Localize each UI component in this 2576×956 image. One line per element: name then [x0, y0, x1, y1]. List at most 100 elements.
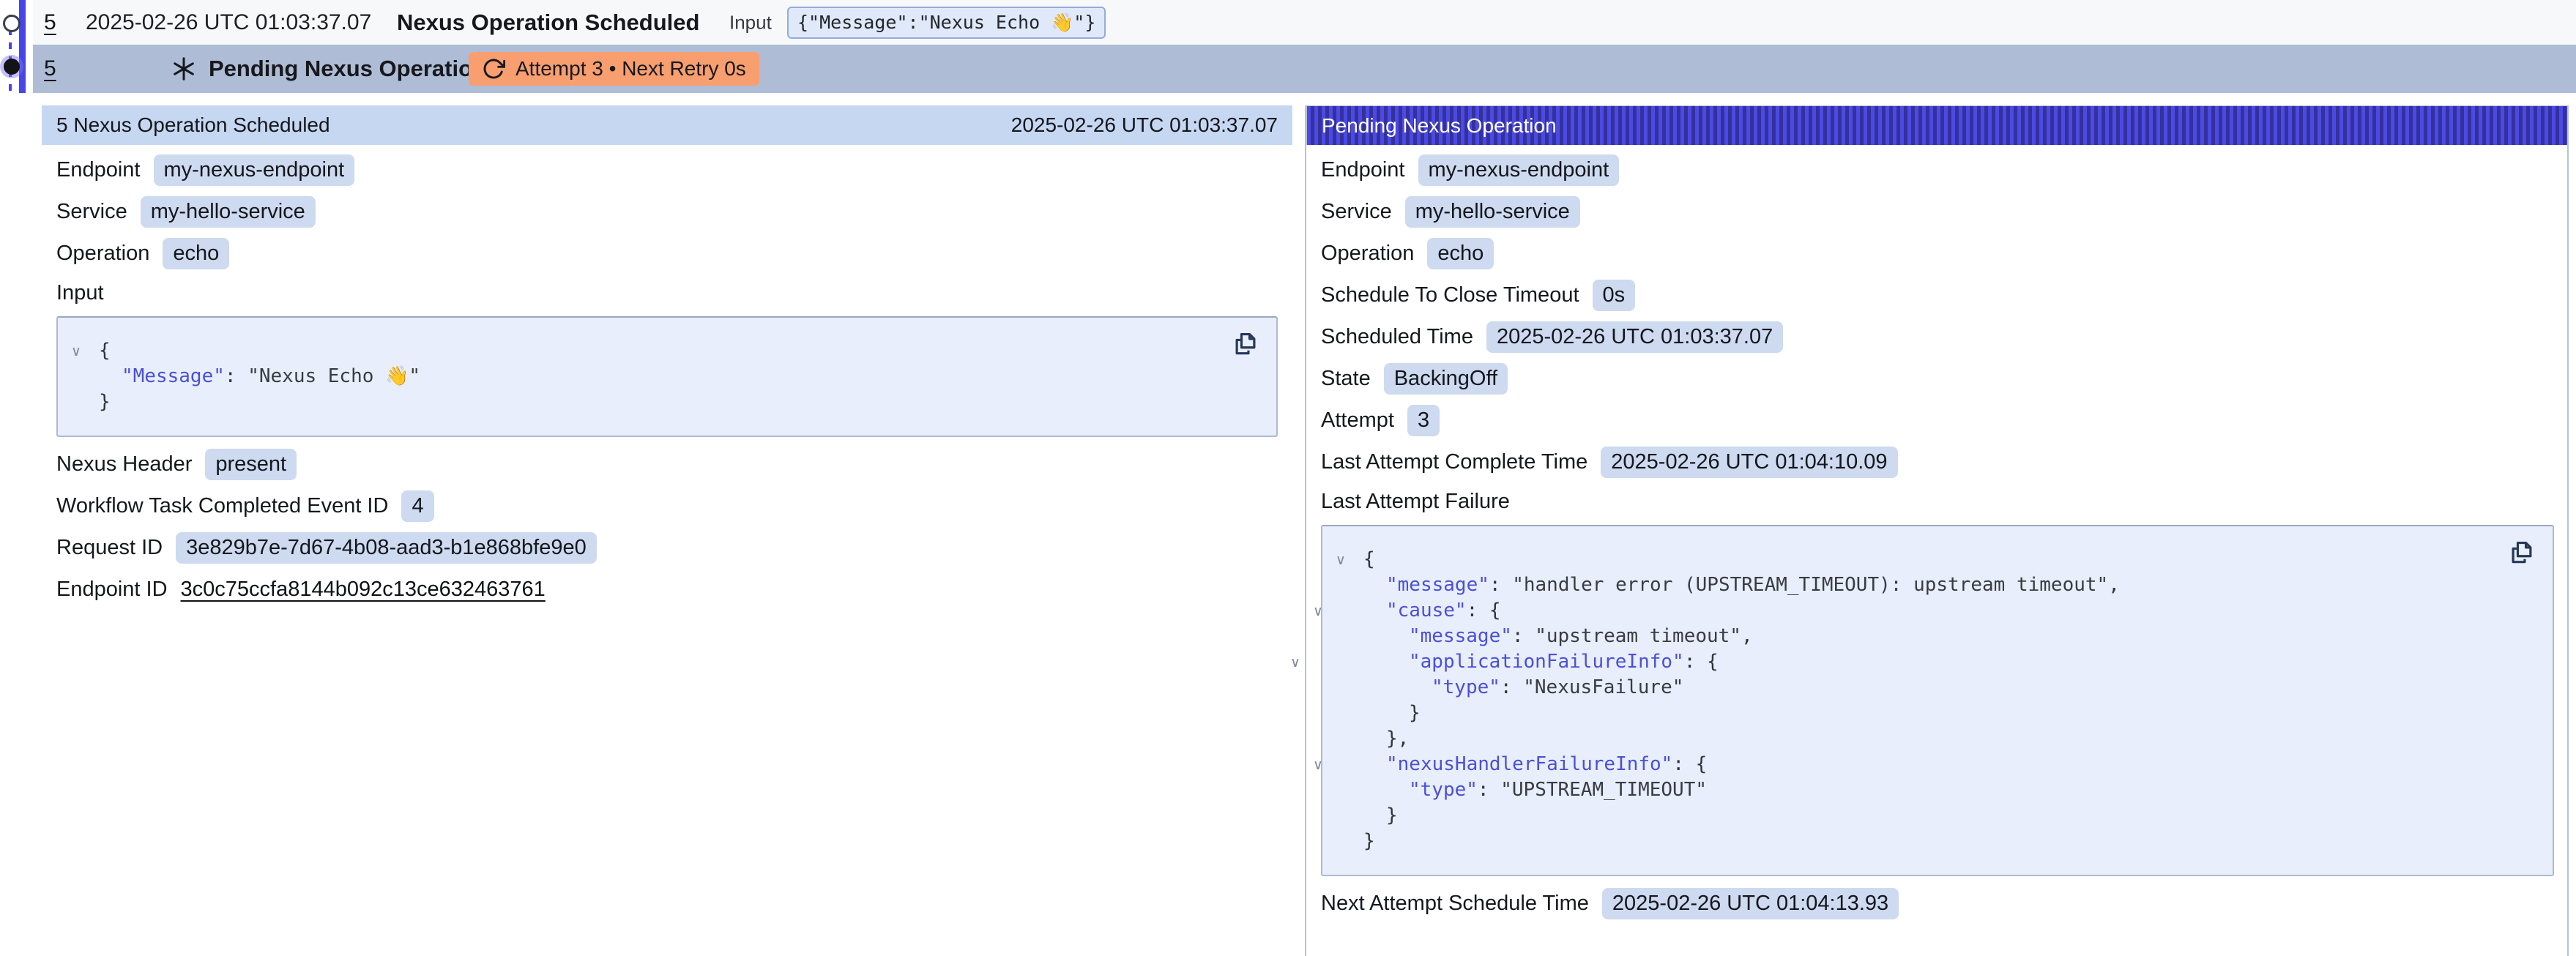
field-label: Nexus Header	[56, 452, 192, 477]
json-code-block: ∨{"message": "handler error (UPSTREAM_TI…	[1321, 525, 2554, 876]
pending-panel-title: Pending Nexus Operation	[1322, 114, 1557, 138]
field-value-badge: echo	[1427, 238, 1494, 269]
pending-event-id-link[interactable]: 5	[44, 56, 56, 81]
copy-icon	[1232, 330, 1259, 358]
field-value-badge: 0s	[1593, 280, 1636, 311]
json-token: : {	[1672, 753, 1707, 775]
timeline-selected-bar	[19, 0, 26, 93]
field-value-badge: my-hello-service	[1405, 196, 1580, 228]
detail-field-row: Attempt3	[1321, 403, 2554, 437]
code-block-label: Input	[56, 278, 1278, 307]
json-code-line: "type": "UPSTREAM_TIMEOUT"	[1363, 777, 2501, 803]
field-label: State	[1321, 367, 1371, 391]
field-value-badge: my-nexus-endpoint	[1418, 154, 1620, 186]
json-code-line: }	[99, 389, 1225, 415]
copy-icon	[2508, 539, 2536, 567]
json-code-line: }	[1363, 829, 2501, 854]
detail-field-row: Next Attempt Schedule Time2025-02-26 UTC…	[1321, 886, 2554, 920]
json-token: "type"	[1409, 779, 1478, 801]
json-token: ,	[2108, 574, 2120, 596]
collapse-chevron-icon[interactable]: ∨	[1313, 599, 1323, 624]
json-token: : {	[1684, 651, 1719, 673]
field-label: Operation	[1321, 242, 1414, 266]
field-label: Next Attempt Schedule Time	[1321, 892, 1589, 916]
json-code-line: ∨"applicationFailureInfo": {	[1363, 649, 2501, 675]
field-value-badge: 2025-02-26 UTC 01:04:10.09	[1601, 447, 1897, 478]
field-label: Endpoint ID	[56, 578, 168, 602]
json-token: :	[1478, 779, 1500, 801]
detail-field-row: Servicemy-hello-service	[56, 195, 1278, 228]
event-id-link[interactable]: 5	[44, 10, 56, 35]
event-row-nexus-operation-scheduled[interactable]: 5 2025-02-26 UTC 01:03:37.07 Nexus Opera…	[33, 0, 2576, 45]
detail-field-row: State BackingOff	[1321, 362, 2554, 395]
detail-field-row: Nexus Header present	[56, 447, 1278, 481]
scheduled-panel-title: 5 Nexus Operation Scheduled	[56, 113, 330, 137]
pending-operation-detail-panel: Pending Nexus Operation Endpoint my-nexus…	[1305, 105, 2569, 956]
json-token: "nexusHandlerFailureInfo"	[1386, 753, 1672, 775]
json-code-line: ∨{	[1363, 547, 2501, 572]
detail-field-row: Request ID 3e829b7e-7d67-4b08-aad3-b1e868…	[56, 531, 1278, 564]
field-label: Workflow Task Completed Event ID	[56, 494, 388, 518]
collapse-chevron-icon[interactable]: ∨	[1336, 548, 1346, 573]
json-code-line: "message": "handler error (UPSTREAM_TIME…	[1363, 572, 2501, 598]
json-token: :	[1489, 574, 1512, 596]
detail-field-row: Operation echo	[56, 236, 1278, 270]
field-value-badge: echo	[163, 238, 229, 269]
json-token: {	[99, 340, 111, 362]
collapse-chevron-icon[interactable]: ∨	[1290, 650, 1300, 676]
json-code-line: ∨{	[99, 338, 1225, 364]
field-value-badge: BackingOff	[1384, 363, 1508, 395]
event-row-pending-nexus-operation[interactable]: 5 Pending Nexus Operation Attempt 3 • Ne…	[33, 45, 2576, 93]
detail-field-row: Schedule To Close Timeout 0s	[1321, 278, 2554, 312]
json-token: {	[1363, 548, 1375, 570]
timeline-node-scheduled-icon	[3, 15, 21, 32]
field-value-link[interactable]: 3c0c75ccfa8144b092c13ce632463761	[181, 578, 546, 602]
collapse-chevron-icon[interactable]: ∨	[1313, 753, 1323, 778]
scheduled-panel-timestamp: 2025-02-26 UTC 01:03:37.07	[1011, 113, 1278, 137]
json-token: "cause"	[1386, 600, 1467, 621]
event-title: Nexus Operation Scheduled	[397, 10, 699, 36]
field-label: Operation	[56, 242, 149, 266]
field-label: Endpoint	[1321, 158, 1405, 182]
timeline-node-pending-icon	[4, 59, 20, 75]
field-value-badge: 3e829b7e-7d67-4b08-aad3-b1e868bfe9e0	[176, 532, 597, 564]
json-token: ,	[1741, 625, 1753, 647]
json-code-line: "type": "NexusFailure"	[1363, 675, 2501, 701]
copy-button[interactable]	[1231, 329, 1260, 359]
retry-badge-text: Attempt 3 • Next Retry 0s	[515, 57, 746, 81]
field-label: Last Attempt Complete Time	[1321, 450, 1587, 474]
field-label: Schedule To Close Timeout	[1321, 283, 1579, 307]
json-token: :	[1512, 625, 1535, 647]
field-value-badge: present	[205, 449, 297, 480]
pending-event-title: Pending Nexus Operation	[209, 56, 486, 82]
json-token: :	[225, 365, 247, 387]
json-token: }	[99, 391, 111, 413]
json-token: : {	[1467, 600, 1501, 621]
field-value-badge: my-hello-service	[141, 196, 316, 228]
json-token: "NexusFailure"	[1523, 676, 1683, 698]
retry-icon	[482, 57, 505, 81]
field-value-badge: 2025-02-26 UTC 01:03:37.07	[1486, 321, 1783, 353]
field-label: Service	[1321, 200, 1392, 224]
collapse-chevron-icon[interactable]: ∨	[71, 339, 81, 365]
json-token: "applicationFailureInfo"	[1409, 651, 1684, 673]
input-label: Input	[729, 11, 772, 34]
field-label: Scheduled Time	[1321, 325, 1473, 349]
json-code-line: }	[1363, 701, 2501, 726]
event-timestamp: 2025-02-26 UTC 01:03:37.07	[86, 10, 371, 35]
code-block-label: Last Attempt Failure	[1321, 487, 2554, 516]
json-token: }	[1363, 830, 1375, 852]
field-label: Request ID	[56, 536, 163, 560]
json-token: }	[1386, 804, 1398, 826]
json-token: "Message"	[122, 365, 225, 387]
json-code-line: ∨"nexusHandlerFailureInfo": {	[1363, 752, 2501, 777]
copy-button[interactable]	[2507, 538, 2536, 567]
input-preview-badge[interactable]: {"Message":"Nexus Echo 👋"}	[787, 7, 1106, 39]
json-token: "message"	[1386, 574, 1489, 596]
detail-field-row: Scheduled Time 2025-02-26 UTC 01:03:37.07	[1321, 320, 2554, 354]
scheduled-panel-header: 5 Nexus Operation Scheduled 2025-02-26 U…	[42, 105, 1292, 145]
detail-field-row: Last Attempt Complete Time 2025-02-26 UTC…	[1321, 445, 2554, 479]
nexus-event-detail-screen: 5 2025-02-26 UTC 01:03:37.07 Nexus Opera…	[0, 0, 2576, 956]
pending-panel-header: Pending Nexus Operation	[1306, 105, 2569, 145]
scheduled-event-detail-panel: 5 Nexus Operation Scheduled 2025-02-26 U…	[42, 105, 1292, 956]
